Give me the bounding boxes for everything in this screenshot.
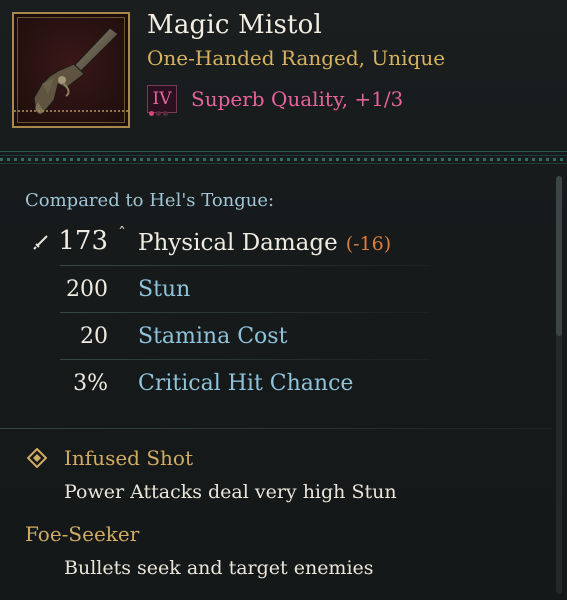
stat-row-stamina-cost: 20 Stamina Cost: [0, 320, 430, 360]
quality-row: IV Superb Quality, +1/3: [147, 84, 404, 116]
stat-row-physical-damage: 173 ˆ Physical Damage (-16): [0, 224, 430, 266]
row-separator: [60, 312, 430, 313]
stat-value: 173: [58, 226, 108, 256]
item-name: Magic Mistol: [147, 10, 323, 40]
sword-icon: [33, 235, 48, 250]
section-divider: [0, 428, 552, 429]
stat-value: 200: [66, 277, 108, 302]
ornamental-divider: [0, 151, 567, 169]
perk-description: Power Attacks deal very high Stun: [64, 481, 397, 503]
row-separator: [60, 265, 430, 266]
stat-label: Physical Damage (-16): [138, 230, 391, 256]
item-thumbnail: [12, 12, 130, 128]
scrollbar-thumb[interactable]: [556, 176, 562, 336]
stat-row-stun: 200 Stun: [0, 273, 430, 313]
tier-badge: IV: [147, 85, 177, 113]
perk-name: Foe-Seeker: [25, 522, 140, 546]
perk-description: Bullets seek and target enemies: [64, 557, 374, 579]
scrollbar[interactable]: [556, 176, 562, 594]
stat-row-critical-hit-chance: 3% Critical Hit Chance: [0, 367, 430, 407]
item-tooltip: Magic Mistol One-Handed Ranged, Unique I…: [0, 0, 567, 600]
stat-difference: (-16): [345, 233, 392, 255]
caret-up-icon: ˆ: [118, 224, 126, 243]
decorative-chain: [14, 110, 128, 122]
quality-label: Superb Quality, +1/3: [191, 87, 404, 111]
row-separator: [60, 359, 430, 360]
stat-label: Stun: [138, 277, 191, 302]
perk-name: Infused Shot: [64, 446, 193, 470]
compared-to-label: Compared to Hel's Tongue:: [25, 190, 275, 211]
diamond-icon: [27, 448, 47, 468]
stat-value: 20: [80, 324, 108, 349]
item-type: One-Handed Ranged, Unique: [147, 46, 446, 70]
upgrade-dots-icon: [149, 111, 168, 116]
stat-label: Critical Hit Chance: [138, 371, 354, 396]
stat-value: 3%: [73, 371, 108, 396]
stat-label: Stamina Cost: [138, 324, 288, 349]
stat-label-text: Physical Damage: [138, 230, 338, 256]
